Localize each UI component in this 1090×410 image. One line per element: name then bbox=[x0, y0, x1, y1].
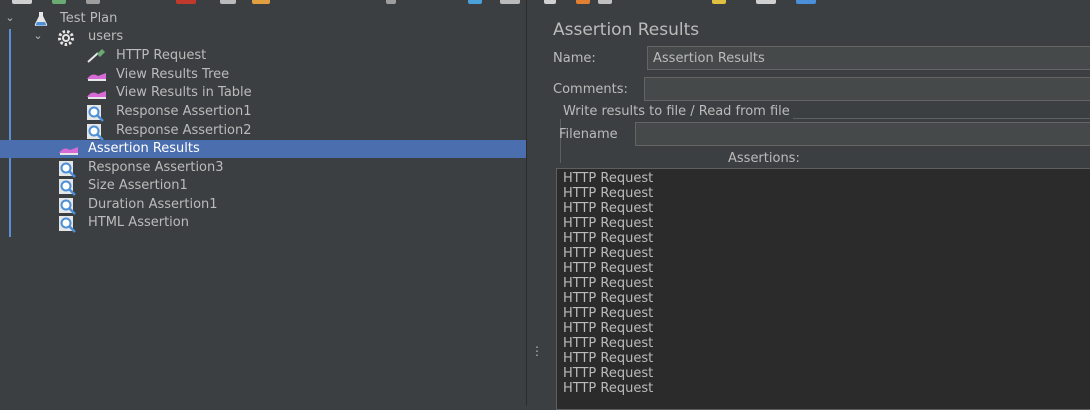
list-item: HTTP Request bbox=[563, 231, 654, 246]
tree-node-response-assertion2[interactable]: Response Assertion2 bbox=[0, 122, 526, 141]
filename-label: Filename bbox=[559, 127, 618, 142]
name-field[interactable] bbox=[647, 46, 1090, 70]
chevron-down-icon[interactable]: ⌄ bbox=[4, 11, 16, 24]
listener-icon bbox=[86, 67, 106, 83]
toolbar-button-icon[interactable] bbox=[86, 0, 100, 4]
magnifier-icon bbox=[86, 123, 104, 141]
assertion-results-panel: Assertion Results Name: Comments: Write … bbox=[544, 6, 1090, 410]
comments-label: Comments: bbox=[553, 82, 628, 97]
list-item: HTTP Request bbox=[563, 366, 654, 381]
tree-node-label: View Results in Table bbox=[116, 85, 252, 100]
tree-node-label: Response Assertion3 bbox=[88, 160, 224, 175]
list-item: HTTP Request bbox=[563, 291, 654, 306]
tree-node-test-plan[interactable]: ⌄ Test Plan bbox=[0, 10, 526, 28]
assertions-list[interactable]: HTTP Request HTTP Request HTTP Request H… bbox=[556, 168, 1090, 410]
list-item: HTTP Request bbox=[563, 246, 654, 261]
tree-node-label: Assertion Results bbox=[88, 141, 200, 156]
page-title: Assertion Results bbox=[553, 20, 700, 40]
file-group-title: Write results to file / Read from file bbox=[560, 104, 793, 119]
toolbar-button-icon[interactable] bbox=[500, 0, 520, 4]
list-item: HTTP Request bbox=[563, 336, 654, 351]
list-item: HTTP Request bbox=[563, 381, 654, 396]
tree-node-label: Response Assertion1 bbox=[116, 104, 252, 119]
tree-node-duration-assertion1[interactable]: Duration Assertion1 bbox=[0, 196, 526, 215]
comments-field[interactable] bbox=[644, 77, 1090, 101]
gear-icon bbox=[57, 29, 74, 46]
tree-node-users[interactable]: ⌄ users bbox=[0, 28, 526, 46]
toolbar-button-icon[interactable] bbox=[576, 0, 590, 4]
tree-node-size-assertion1[interactable]: Size Assertion1 bbox=[0, 177, 526, 196]
toolbar-button-icon[interactable] bbox=[252, 0, 270, 4]
filename-field[interactable] bbox=[635, 122, 1090, 146]
list-item: HTTP Request bbox=[563, 186, 654, 201]
tree-node-assertion-results[interactable]: Assertion Results bbox=[0, 140, 526, 158]
tree-node-label: HTML Assertion bbox=[88, 215, 189, 230]
list-item: HTTP Request bbox=[563, 306, 654, 321]
flask-icon bbox=[33, 11, 49, 27]
list-item: HTTP Request bbox=[563, 261, 654, 276]
tree-node-label: Test Plan bbox=[60, 11, 118, 26]
list-item: HTTP Request bbox=[563, 201, 654, 216]
listener-icon bbox=[58, 141, 78, 157]
magnifier-icon bbox=[86, 104, 104, 122]
list-item: HTTP Request bbox=[563, 216, 654, 231]
pipette-icon bbox=[86, 48, 105, 64]
toolbar-button-icon[interactable] bbox=[220, 0, 236, 4]
magnifier-icon bbox=[58, 197, 76, 215]
name-label: Name: bbox=[553, 51, 596, 66]
tree-node-label: Duration Assertion1 bbox=[88, 197, 218, 212]
list-item: HTTP Request bbox=[563, 351, 654, 366]
magnifier-icon bbox=[58, 215, 76, 233]
assertions-label: Assertions: bbox=[728, 151, 800, 166]
chevron-down-icon[interactable]: ⌄ bbox=[32, 29, 44, 42]
tree-node-view-results-in-table[interactable]: View Results in Table bbox=[0, 84, 526, 102]
magnifier-icon bbox=[58, 160, 76, 178]
tree-node-label: Size Assertion1 bbox=[88, 178, 188, 193]
list-item: HTTP Request bbox=[563, 321, 654, 336]
toolbar-button-icon[interactable] bbox=[468, 0, 482, 4]
toolbar-button-icon[interactable] bbox=[756, 0, 776, 4]
toolbar-button-icon[interactable] bbox=[598, 0, 612, 4]
toolbar-button-icon[interactable] bbox=[712, 0, 726, 4]
tree-node-label: View Results Tree bbox=[116, 67, 230, 82]
magnifier-icon bbox=[58, 178, 76, 196]
toolbar-button-icon[interactable] bbox=[544, 0, 556, 4]
toolbar-button-icon[interactable] bbox=[176, 0, 196, 4]
tree-node-response-assertion3[interactable]: Response Assertion3 bbox=[0, 159, 526, 178]
toolbar-button-icon[interactable] bbox=[12, 0, 32, 4]
list-item: HTTP Request bbox=[563, 276, 654, 291]
tree-node-view-results-tree[interactable]: View Results Tree bbox=[0, 66, 526, 84]
toolbar-button-icon[interactable] bbox=[386, 0, 396, 4]
tree-node-label: users bbox=[88, 29, 124, 44]
list-item: HTTP Request bbox=[563, 171, 654, 186]
drag-handle-icon[interactable]: ⋮ bbox=[531, 344, 543, 358]
tree-node-response-assertion1[interactable]: Response Assertion1 bbox=[0, 103, 526, 122]
tree-node-html-assertion[interactable]: HTML Assertion bbox=[0, 214, 526, 233]
tree-node-http-request[interactable]: HTTP Request bbox=[0, 47, 526, 65]
toolbar-button-icon[interactable] bbox=[796, 0, 816, 4]
tree-node-label: HTTP Request bbox=[116, 48, 207, 63]
toolbar-button-icon[interactable] bbox=[52, 0, 66, 4]
listener-icon bbox=[86, 85, 106, 101]
test-plan-tree[interactable]: ⌄ Test Plan ⌄ users HTTP Request View Re… bbox=[0, 6, 526, 406]
tree-node-label: Response Assertion2 bbox=[116, 123, 252, 138]
